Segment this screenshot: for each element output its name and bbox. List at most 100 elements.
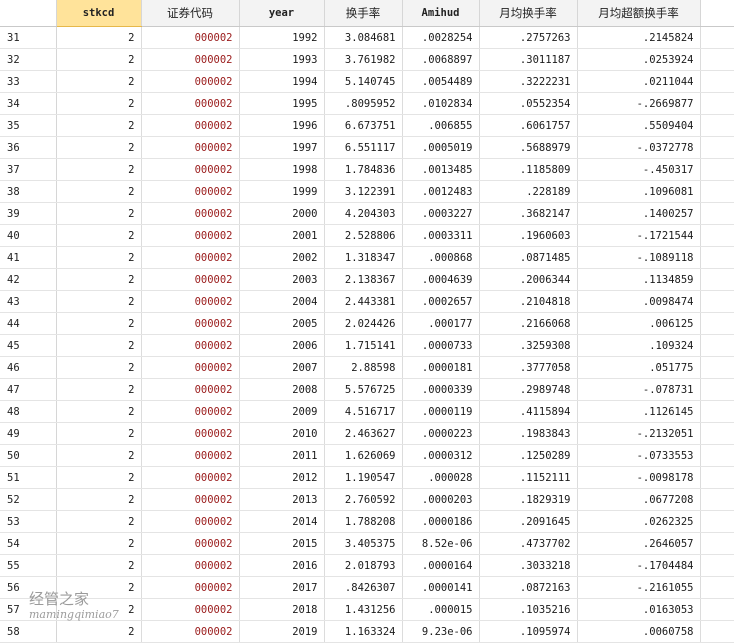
cell-monthly-turnover[interactable]: .3777058: [479, 356, 578, 379]
cell-code[interactable]: 000002: [141, 422, 240, 445]
cell-monthly-turnover[interactable]: .2757263: [479, 26, 578, 49]
cell-code[interactable]: 000002: [141, 554, 240, 577]
cell-year[interactable]: 2008: [239, 378, 325, 401]
row-number[interactable]: 56: [0, 576, 57, 599]
cell-turnover[interactable]: 2.138367: [324, 268, 403, 291]
cell-amihud[interactable]: .0002657: [402, 290, 480, 313]
cell-monthly-turnover[interactable]: .1185809: [479, 158, 578, 181]
table-row[interactable]: 42 2 000002 2003 2.138367.0004639.2006344.11…: [0, 268, 734, 291]
cell-monthly-excess-turnover[interactable]: -.1721544: [577, 224, 701, 247]
cell-year[interactable]: 1999: [239, 180, 325, 203]
cell-year[interactable]: 2006: [239, 334, 325, 357]
cell-monthly-excess-turnover[interactable]: -.2669877: [577, 92, 701, 115]
cell-stkcd[interactable]: 2: [56, 554, 142, 577]
table-row[interactable]: 39 2 000002 2000 4.204303.0003227.3682147.14…: [0, 202, 734, 225]
cell-code[interactable]: 000002: [141, 158, 240, 181]
cell-code[interactable]: 000002: [141, 48, 240, 71]
table-row[interactable]: 32 2 000002 1993 3.761982.0068897.3011187.02…: [0, 48, 734, 71]
cell-monthly-excess-turnover[interactable]: .0163053: [577, 598, 701, 621]
cell-code[interactable]: 000002: [141, 400, 240, 423]
cell-year[interactable]: 2012: [239, 466, 325, 489]
table-row[interactable]: 52 2 000002 2013 2.760592.0000203.1829319.06…: [0, 488, 734, 511]
cell-turnover[interactable]: 4.516717: [324, 400, 403, 423]
cell-year[interactable]: 1998: [239, 158, 325, 181]
table-row[interactable]: 43 2 000002 2004 2.443381.0002657.2104818.00…: [0, 290, 734, 313]
table-row[interactable]: 44 2 000002 2005 2.024426.000177.2166068.006…: [0, 312, 734, 335]
row-number[interactable]: 52: [0, 488, 57, 511]
column-header-stkcd[interactable]: stkcd: [56, 0, 142, 27]
cell-stkcd[interactable]: 2: [56, 268, 142, 291]
cell-monthly-excess-turnover[interactable]: .1096081: [577, 180, 701, 203]
cell-turnover[interactable]: 1.715141: [324, 334, 403, 357]
cell-year[interactable]: 1994: [239, 70, 325, 93]
cell-code[interactable]: 000002: [141, 312, 240, 335]
table-row[interactable]: 54 2 000002 2015 3.405375 8.52e-06.4737702.26…: [0, 532, 734, 555]
cell-stkcd[interactable]: 2: [56, 466, 142, 489]
row-number[interactable]: 44: [0, 312, 57, 335]
cell-year[interactable]: 2003: [239, 268, 325, 291]
cell-amihud[interactable]: .000868: [402, 246, 480, 269]
cell-year[interactable]: 1996: [239, 114, 325, 137]
cell-code[interactable]: 000002: [141, 444, 240, 467]
cell-stkcd[interactable]: 2: [56, 334, 142, 357]
cell-monthly-excess-turnover[interactable]: -.2132051: [577, 422, 701, 445]
cell-code[interactable]: 000002: [141, 136, 240, 159]
cell-turnover[interactable]: 3.761982: [324, 48, 403, 71]
cell-monthly-turnover[interactable]: .1250289: [479, 444, 578, 467]
cell-monthly-excess-turnover[interactable]: -.0733553: [577, 444, 701, 467]
cell-amihud[interactable]: .0000312: [402, 444, 480, 467]
table-row[interactable]: 36 2 000002 1997 6.551117.0005019.5688979 -.0…: [0, 136, 734, 159]
cell-year[interactable]: 2013: [239, 488, 325, 511]
cell-monthly-excess-turnover[interactable]: .0060758: [577, 620, 701, 643]
cell-year[interactable]: 2000: [239, 202, 325, 225]
cell-stkcd[interactable]: 2: [56, 444, 142, 467]
cell-stkcd[interactable]: 2: [56, 92, 142, 115]
cell-stkcd[interactable]: 2: [56, 422, 142, 445]
cell-monthly-excess-turnover[interactable]: .0262325: [577, 510, 701, 533]
cell-amihud[interactable]: .006855: [402, 114, 480, 137]
cell-stkcd[interactable]: 2: [56, 290, 142, 313]
row-number[interactable]: 53: [0, 510, 57, 533]
cell-monthly-excess-turnover[interactable]: .006125: [577, 312, 701, 335]
row-number[interactable]: 57: [0, 598, 57, 621]
cell-amihud[interactable]: .0102834: [402, 92, 480, 115]
cell-code[interactable]: 000002: [141, 576, 240, 599]
cell-monthly-excess-turnover[interactable]: -.078731: [577, 378, 701, 401]
table-row[interactable]: 38 2 000002 1999 3.122391.0012483.228189.109…: [0, 180, 734, 203]
cell-monthly-excess-turnover[interactable]: -.2161055: [577, 576, 701, 599]
cell-stkcd[interactable]: 2: [56, 224, 142, 247]
cell-code[interactable]: 000002: [141, 510, 240, 533]
cell-stkcd[interactable]: 2: [56, 70, 142, 93]
cell-year[interactable]: 2017: [239, 576, 325, 599]
table-row[interactable]: 33 2 000002 1994 5.140745.0054489.3222231.02…: [0, 70, 734, 93]
cell-monthly-turnover[interactable]: .3682147: [479, 202, 578, 225]
cell-monthly-excess-turnover[interactable]: -.1089118: [577, 246, 701, 269]
cell-turnover[interactable]: 2.88598: [324, 356, 403, 379]
cell-stkcd[interactable]: 2: [56, 576, 142, 599]
row-number[interactable]: 42: [0, 268, 57, 291]
cell-monthly-turnover[interactable]: .5688979: [479, 136, 578, 159]
cell-turnover[interactable]: 1.190547: [324, 466, 403, 489]
cell-year[interactable]: 2015: [239, 532, 325, 555]
cell-code[interactable]: 000002: [141, 26, 240, 49]
row-number[interactable]: 41: [0, 246, 57, 269]
cell-year[interactable]: 2007: [239, 356, 325, 379]
cell-code[interactable]: 000002: [141, 378, 240, 401]
cell-turnover[interactable]: 2.760592: [324, 488, 403, 511]
cell-stkcd[interactable]: 2: [56, 114, 142, 137]
cell-monthly-excess-turnover[interactable]: .1126145: [577, 400, 701, 423]
cell-amihud[interactable]: 8.52e-06: [402, 532, 480, 555]
cell-monthly-excess-turnover[interactable]: -.450317: [577, 158, 701, 181]
row-number[interactable]: 35: [0, 114, 57, 137]
cell-turnover[interactable]: 1.626069: [324, 444, 403, 467]
cell-amihud[interactable]: .0013485: [402, 158, 480, 181]
cell-turnover[interactable]: 2.443381: [324, 290, 403, 313]
cell-amihud[interactable]: 9.23e-06: [402, 620, 480, 643]
cell-turnover[interactable]: 6.673751: [324, 114, 403, 137]
cell-amihud[interactable]: .0004639: [402, 268, 480, 291]
cell-monthly-turnover[interactable]: .2091645: [479, 510, 578, 533]
cell-year[interactable]: 1992: [239, 26, 325, 49]
row-number[interactable]: 39: [0, 202, 57, 225]
table-row[interactable]: 51 2 000002 2012 1.190547.000028.1152111 -.00…: [0, 466, 734, 489]
table-row[interactable]: 48 2 000002 2009 4.516717.0000119.4115894.11…: [0, 400, 734, 423]
